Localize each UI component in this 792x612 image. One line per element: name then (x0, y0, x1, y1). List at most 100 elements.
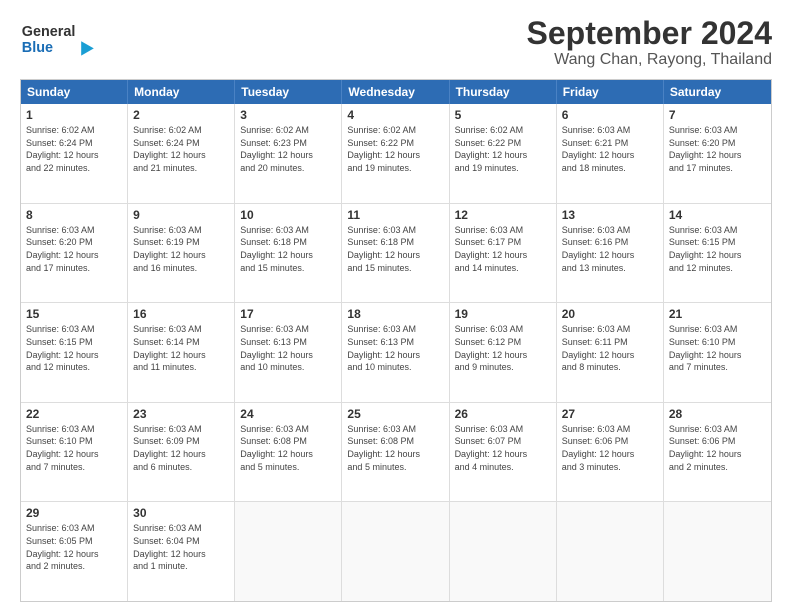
calendar-body: 1 Sunrise: 6:02 AM Sunset: 6:24 PM Daylig… (21, 104, 771, 601)
day-info: Sunrise: 6:03 AM Sunset: 6:17 PM Dayligh… (455, 224, 551, 274)
logo-svg: General Blue (20, 16, 110, 61)
day-number: 7 (669, 108, 766, 122)
day-info: Sunrise: 6:03 AM Sunset: 6:11 PM Dayligh… (562, 323, 658, 373)
table-row: 10 Sunrise: 6:03 AM Sunset: 6:18 PM Dayli… (235, 204, 342, 303)
day-number: 30 (133, 506, 229, 520)
table-row: 27Sunrise: 6:03 AM Sunset: 6:06 PM Dayli… (557, 403, 664, 502)
header-sunday: Sunday (21, 80, 128, 104)
day-number: 10 (240, 208, 336, 222)
table-row: 17 Sunrise: 6:03 AM Sunset: 6:13 PM Dayli… (235, 303, 342, 402)
table-row: 6Sunrise: 6:03 AM Sunset: 6:21 PM Daylig… (557, 104, 664, 203)
day-number: 1 (26, 108, 122, 122)
table-row (450, 502, 557, 601)
header-thursday: Thursday (450, 80, 557, 104)
table-row: 15 Sunrise: 6:03 AM Sunset: 6:15 PM Dayli… (21, 303, 128, 402)
calendar: Sunday Monday Tuesday Wednesday Thursday… (20, 79, 772, 602)
table-row: 14 Sunrise: 6:03 AM Sunset: 6:15 PM Dayli… (664, 204, 771, 303)
table-row: 22Sunrise: 6:03 AM Sunset: 6:10 PM Dayli… (21, 403, 128, 502)
day-number: 13 (562, 208, 658, 222)
table-row: 1 Sunrise: 6:02 AM Sunset: 6:24 PM Daylig… (21, 104, 128, 203)
table-row: 28Sunrise: 6:03 AM Sunset: 6:06 PM Dayli… (664, 403, 771, 502)
day-info: Sunrise: 6:03 AM Sunset: 6:06 PM Dayligh… (562, 423, 658, 473)
day-info: Sunrise: 6:03 AM Sunset: 6:13 PM Dayligh… (240, 323, 336, 373)
day-number: 23 (133, 407, 229, 421)
day-number: 8 (26, 208, 122, 222)
table-row: 2Sunrise: 6:02 AM Sunset: 6:24 PM Daylig… (128, 104, 235, 203)
header: General Blue September 2024 Wang Chan, R… (20, 16, 772, 69)
day-info: Sunrise: 6:03 AM Sunset: 6:20 PM Dayligh… (26, 224, 122, 274)
day-info: Sunrise: 6:03 AM Sunset: 6:10 PM Dayligh… (669, 323, 766, 373)
day-number: 14 (669, 208, 766, 222)
day-info: Sunrise: 6:03 AM Sunset: 6:18 PM Dayligh… (347, 224, 443, 274)
header-saturday: Saturday (664, 80, 771, 104)
day-info: Sunrise: 6:02 AM Sunset: 6:23 PM Dayligh… (240, 124, 336, 174)
logo: General Blue (20, 16, 110, 61)
header-friday: Friday (557, 80, 664, 104)
table-row: 3 Sunrise: 6:02 AM Sunset: 6:23 PM Daylig… (235, 104, 342, 203)
day-info: Sunrise: 6:03 AM Sunset: 6:08 PM Dayligh… (240, 423, 336, 473)
table-row: 16Sunrise: 6:03 AM Sunset: 6:14 PM Dayli… (128, 303, 235, 402)
table-row: 11 Sunrise: 6:03 AM Sunset: 6:18 PM Dayli… (342, 204, 449, 303)
day-number: 20 (562, 307, 658, 321)
day-number: 9 (133, 208, 229, 222)
table-row: 25 Sunrise: 6:03 AM Sunset: 6:08 PM Dayli… (342, 403, 449, 502)
day-info: Sunrise: 6:03 AM Sunset: 6:13 PM Dayligh… (347, 323, 443, 373)
day-number: 11 (347, 208, 443, 222)
page: General Blue September 2024 Wang Chan, R… (0, 0, 792, 612)
day-info: Sunrise: 6:03 AM Sunset: 6:15 PM Dayligh… (669, 224, 766, 274)
day-info: Sunrise: 6:03 AM Sunset: 6:20 PM Dayligh… (669, 124, 766, 174)
page-title: September 2024 (527, 16, 772, 51)
table-row (557, 502, 664, 601)
header-tuesday: Tuesday (235, 80, 342, 104)
table-row: 18Sunrise: 6:03 AM Sunset: 6:13 PM Dayli… (342, 303, 449, 402)
day-number: 17 (240, 307, 336, 321)
day-number: 15 (26, 307, 122, 321)
day-info: Sunrise: 6:02 AM Sunset: 6:24 PM Dayligh… (133, 124, 229, 174)
day-info: Sunrise: 6:03 AM Sunset: 6:18 PM Dayligh… (240, 224, 336, 274)
table-row: 8 Sunrise: 6:03 AM Sunset: 6:20 PM Daylig… (21, 204, 128, 303)
table-row: 23 Sunrise: 6:03 AM Sunset: 6:09 PM Dayli… (128, 403, 235, 502)
table-row: 24 Sunrise: 6:03 AM Sunset: 6:08 PM Dayli… (235, 403, 342, 502)
day-number: 29 (26, 506, 122, 520)
table-row: 20 Sunrise: 6:03 AM Sunset: 6:11 PM Dayli… (557, 303, 664, 402)
day-info: Sunrise: 6:03 AM Sunset: 6:10 PM Dayligh… (26, 423, 122, 473)
calendar-row-2: 8 Sunrise: 6:03 AM Sunset: 6:20 PM Daylig… (21, 204, 771, 304)
table-row: 4 Sunrise: 6:02 AM Sunset: 6:22 PM Daylig… (342, 104, 449, 203)
table-row: 21 Sunrise: 6:03 AM Sunset: 6:10 PM Dayli… (664, 303, 771, 402)
table-row: 9 Sunrise: 6:03 AM Sunset: 6:19 PM Daylig… (128, 204, 235, 303)
day-info: Sunrise: 6:03 AM Sunset: 6:19 PM Dayligh… (133, 224, 229, 274)
day-number: 12 (455, 208, 551, 222)
day-number: 4 (347, 108, 443, 122)
day-number: 6 (562, 108, 658, 122)
day-number: 25 (347, 407, 443, 421)
day-number: 19 (455, 307, 551, 321)
day-number: 24 (240, 407, 336, 421)
header-wednesday: Wednesday (342, 80, 449, 104)
calendar-row-4: 22Sunrise: 6:03 AM Sunset: 6:10 PM Dayli… (21, 403, 771, 503)
day-info: Sunrise: 6:02 AM Sunset: 6:22 PM Dayligh… (347, 124, 443, 174)
day-number: 26 (455, 407, 551, 421)
table-row: 26 Sunrise: 6:03 AM Sunset: 6:07 PM Dayli… (450, 403, 557, 502)
calendar-header: Sunday Monday Tuesday Wednesday Thursday… (21, 80, 771, 104)
day-info: Sunrise: 6:03 AM Sunset: 6:15 PM Dayligh… (26, 323, 122, 373)
table-row (235, 502, 342, 601)
day-number: 5 (455, 108, 551, 122)
day-info: Sunrise: 6:03 AM Sunset: 6:08 PM Dayligh… (347, 423, 443, 473)
day-number: 16 (133, 307, 229, 321)
svg-text:General: General (22, 24, 76, 40)
day-number: 3 (240, 108, 336, 122)
day-number: 21 (669, 307, 766, 321)
calendar-row-1: 1 Sunrise: 6:02 AM Sunset: 6:24 PM Daylig… (21, 104, 771, 204)
day-info: Sunrise: 6:03 AM Sunset: 6:04 PM Dayligh… (133, 522, 229, 572)
day-info: Sunrise: 6:03 AM Sunset: 6:12 PM Dayligh… (455, 323, 551, 373)
day-info: Sunrise: 6:03 AM Sunset: 6:07 PM Dayligh… (455, 423, 551, 473)
day-info: Sunrise: 6:03 AM Sunset: 6:06 PM Dayligh… (669, 423, 766, 473)
table-row: 30 Sunrise: 6:03 AM Sunset: 6:04 PM Dayli… (128, 502, 235, 601)
table-row: 19 Sunrise: 6:03 AM Sunset: 6:12 PM Dayli… (450, 303, 557, 402)
title-block: September 2024 Wang Chan, Rayong, Thaila… (527, 16, 772, 69)
day-info: Sunrise: 6:02 AM Sunset: 6:24 PM Dayligh… (26, 124, 122, 174)
header-monday: Monday (128, 80, 235, 104)
svg-text:Blue: Blue (22, 40, 53, 56)
calendar-row-5: 29Sunrise: 6:03 AM Sunset: 6:05 PM Dayli… (21, 502, 771, 601)
day-info: Sunrise: 6:03 AM Sunset: 6:09 PM Dayligh… (133, 423, 229, 473)
